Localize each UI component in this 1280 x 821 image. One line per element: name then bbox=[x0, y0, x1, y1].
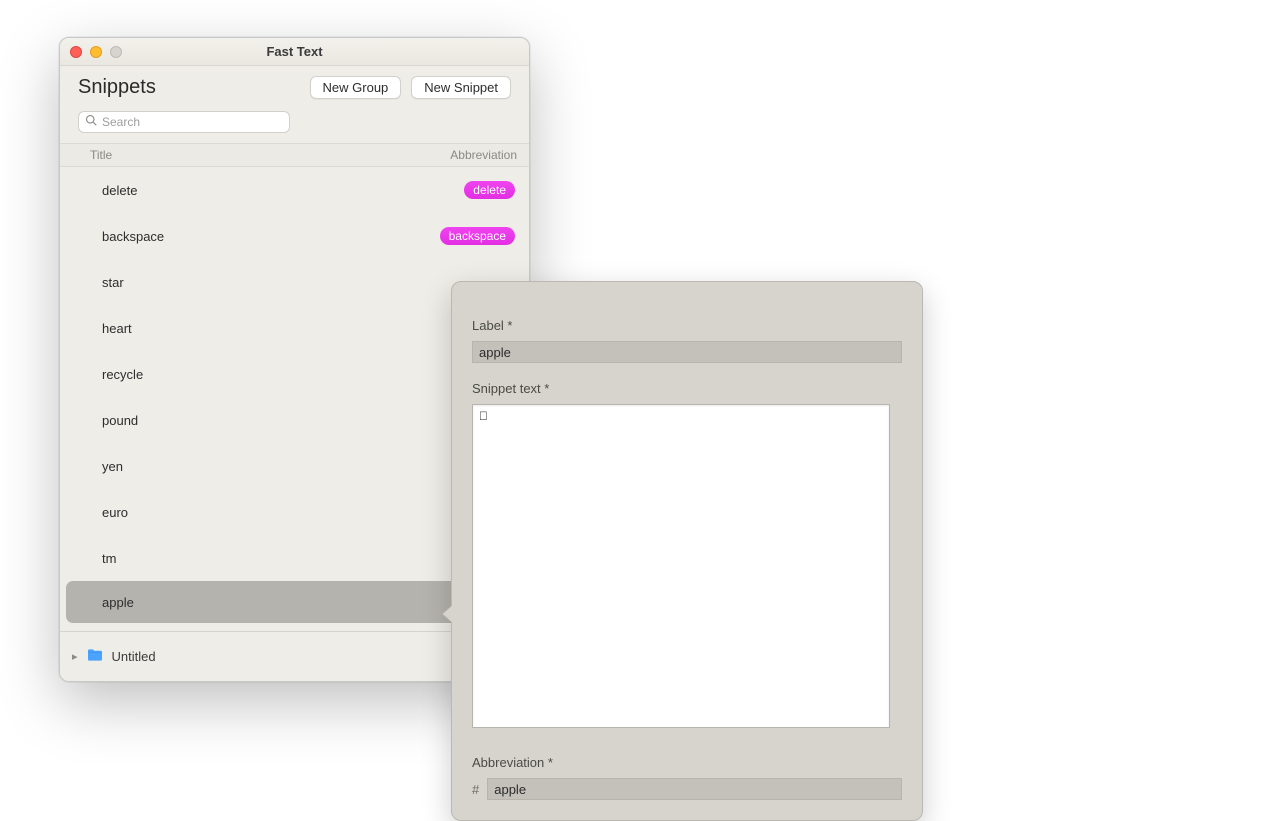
abbreviation-label: Abbreviation * bbox=[472, 755, 902, 770]
page-title: Snippets bbox=[78, 76, 156, 99]
snippet-abbr-pill: backspace bbox=[440, 227, 515, 245]
abbreviation-input[interactable] bbox=[487, 778, 902, 800]
new-snippet-button[interactable]: New Snippet bbox=[411, 76, 511, 99]
list-header-title: Title bbox=[90, 148, 112, 162]
snippet-title: tm bbox=[102, 551, 116, 566]
snippet-text-scroll bbox=[472, 404, 902, 733]
hash-prefix: # bbox=[472, 782, 479, 797]
snippet-title: euro bbox=[102, 505, 128, 520]
search-box[interactable] bbox=[78, 111, 290, 133]
abbreviation-row: # bbox=[472, 778, 904, 800]
snippet-title: recycle bbox=[102, 367, 143, 382]
traffic-lights bbox=[70, 46, 122, 58]
zoom-window-button[interactable] bbox=[110, 46, 122, 58]
snippet-title: heart bbox=[102, 321, 132, 336]
snippet-text-textarea[interactable] bbox=[472, 404, 890, 728]
snippet-title: star bbox=[102, 275, 124, 290]
snippet-title: delete bbox=[102, 183, 137, 198]
snippet-title: apple bbox=[102, 595, 134, 610]
list-header: Title Abbreviation bbox=[60, 143, 529, 167]
toolbar-buttons: New Group New Snippet bbox=[310, 76, 511, 99]
snippet-title: backspace bbox=[102, 229, 164, 244]
snippet-title: yen bbox=[102, 459, 123, 474]
window-title: Fast Text bbox=[60, 44, 529, 59]
snippet-row[interactable]: backspace backspace bbox=[60, 213, 529, 259]
abbreviation-row-wrap: # bbox=[472, 778, 904, 800]
search-icon bbox=[85, 113, 97, 131]
folder-icon bbox=[86, 648, 104, 665]
label-input[interactable] bbox=[472, 341, 902, 363]
titlebar: Fast Text bbox=[60, 38, 529, 66]
list-header-abbr: Abbreviation bbox=[450, 148, 517, 162]
snippet-row[interactable]: delete delete bbox=[60, 167, 529, 213]
snippet-edit-panel: Label * Snippet text * Abbreviation * # bbox=[451, 281, 923, 821]
chevron-right-icon[interactable]: ▸ bbox=[72, 650, 78, 663]
minimize-window-button[interactable] bbox=[90, 46, 102, 58]
label-field-label: Label * bbox=[472, 318, 902, 333]
new-group-button[interactable]: New Group bbox=[310, 76, 402, 99]
toolbar: Snippets New Group New Snippet bbox=[60, 66, 529, 107]
popover-pointer bbox=[443, 606, 452, 622]
snippet-abbr-pill: delete bbox=[464, 181, 515, 199]
search-row bbox=[60, 107, 529, 143]
snippet-text-label: Snippet text * bbox=[472, 381, 902, 396]
search-input[interactable] bbox=[102, 115, 283, 129]
snippet-title: pound bbox=[102, 413, 138, 428]
close-window-button[interactable] bbox=[70, 46, 82, 58]
footer-group-name[interactable]: Untitled bbox=[112, 649, 156, 664]
